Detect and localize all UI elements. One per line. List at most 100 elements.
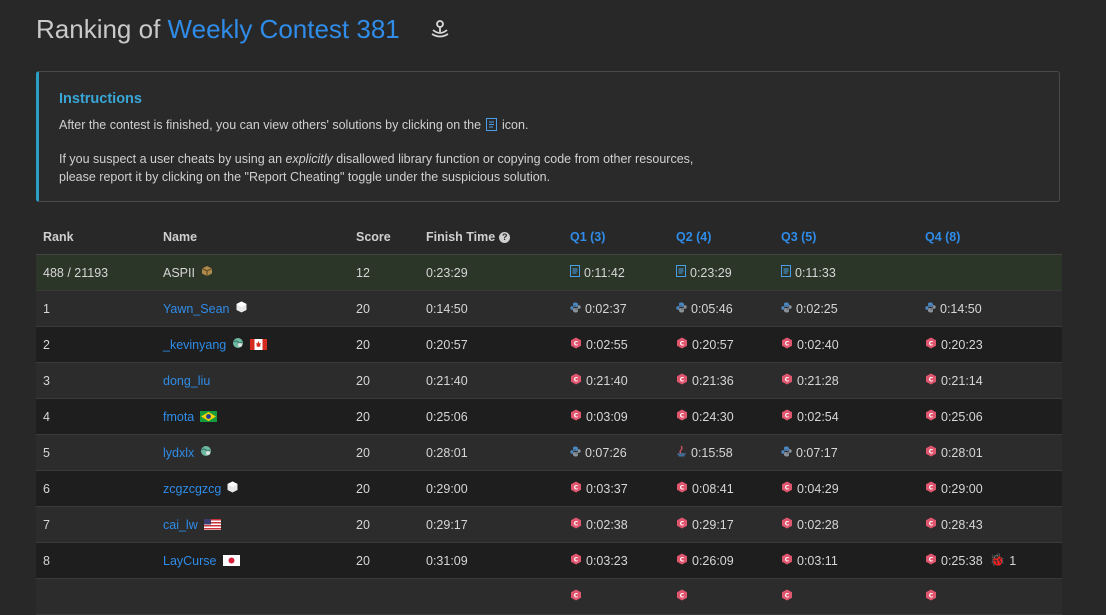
solution-file-icon[interactable] <box>570 265 580 280</box>
my-q2[interactable]: 0:23:29 <box>676 255 732 290</box>
user-name-link[interactable]: cai_lw <box>163 518 198 532</box>
question-2-cell[interactable]: 0:15:58 <box>676 435 733 470</box>
question-3-cell[interactable]: C 0:02:40 <box>781 327 839 362</box>
user-name-link[interactable]: _kevinyang <box>163 338 226 352</box>
cpp-language-icon[interactable]: C <box>676 409 688 424</box>
question-1-cell[interactable]: C 0:02:55 <box>570 327 628 362</box>
virtual-contest-icon[interactable] <box>429 16 451 47</box>
cpp-language-icon[interactable]: C <box>925 517 937 532</box>
question-1-cell[interactable]: C 0:02:38 <box>570 507 628 542</box>
question-4-cell[interactable]: 0:14:50 <box>925 291 982 326</box>
user-name-link[interactable]: LayCurse <box>163 554 217 568</box>
question-1-cell[interactable]: 0:02:37 <box>570 291 627 326</box>
cpp-language-icon[interactable]: C <box>925 589 937 604</box>
question-2-cell[interactable]: C 0:08:41 <box>676 471 734 506</box>
header-q2-link[interactable]: Q2 (4) <box>676 220 711 254</box>
cpp-language-icon[interactable]: C <box>676 553 688 568</box>
question-4-cell[interactable]: C 0:29:00 <box>925 471 983 506</box>
my-q3[interactable]: 0:11:33 <box>781 255 836 290</box>
cpp-language-icon[interactable]: C <box>570 553 582 568</box>
cpp-language-icon[interactable]: C <box>925 445 937 460</box>
question-2-cell[interactable]: C 0:21:36 <box>676 363 734 398</box>
contest-link[interactable]: Weekly Contest 381 <box>168 14 400 44</box>
python-language-icon[interactable] <box>676 302 687 316</box>
question-3-cell[interactable]: C 0:02:54 <box>781 399 839 434</box>
header-q1-link[interactable]: Q1 (3) <box>570 220 605 254</box>
solution-file-icon[interactable] <box>676 265 686 280</box>
svg-text:C: C <box>785 520 790 527</box>
cpp-language-icon[interactable]: C <box>570 481 582 496</box>
header-q3-link[interactable]: Q3 (5) <box>781 220 816 254</box>
cpp-language-icon[interactable]: C <box>676 337 688 352</box>
cpp-language-icon[interactable]: C <box>925 409 937 424</box>
user-name-link[interactable]: dong_liu <box>163 374 210 388</box>
question-4-cell[interactable]: C 0:21:14 <box>925 363 983 398</box>
my-q1[interactable]: 0:11:42 <box>570 255 625 290</box>
help-icon[interactable]: ? <box>499 231 511 243</box>
cpp-language-icon[interactable]: C <box>570 373 582 388</box>
rank-cell: 2 <box>43 337 50 352</box>
question-3-cell[interactable]: 0:02:25 <box>781 291 838 326</box>
question-3-cell[interactable]: C 0:03:11 <box>781 543 838 578</box>
user-name-link[interactable]: Yawn_Sean <box>163 302 230 316</box>
question-1-cell[interactable]: C 0:21:40 <box>570 363 628 398</box>
python-language-icon[interactable] <box>570 446 581 460</box>
user-name-link[interactable]: zcgzcgzcg <box>163 482 221 496</box>
cpp-language-icon[interactable]: C <box>676 589 688 604</box>
japan-flag-icon <box>222 555 240 566</box>
question-3-cell[interactable]: C 0:02:28 <box>781 507 839 542</box>
question-1-cell[interactable]: C 0:03:09 <box>570 399 628 434</box>
java-language-icon[interactable] <box>676 445 687 460</box>
python-language-icon[interactable] <box>570 302 581 316</box>
question-4-cell[interactable]: C 0:28:01 <box>925 435 983 470</box>
solution-file-icon[interactable] <box>781 265 791 280</box>
python-language-icon[interactable] <box>781 446 792 460</box>
cpp-language-icon[interactable]: C <box>570 337 582 352</box>
question-4-cell[interactable]: C 0:20:23 <box>925 327 983 362</box>
question-4-cell[interactable]: C 0:25:38 🐞 1 <box>925 543 1016 578</box>
question-2-cell[interactable]: C 0:29:17 <box>676 507 734 542</box>
question-2-cell[interactable]: C 0:26:09 <box>676 543 734 578</box>
question-2-cell[interactable]: 0:05:46 <box>676 291 733 326</box>
python-language-icon[interactable] <box>781 302 792 316</box>
cpp-language-icon[interactable]: C <box>781 481 793 496</box>
cpp-language-icon[interactable]: C <box>781 337 793 352</box>
cpp-language-icon[interactable]: C <box>781 589 793 604</box>
svg-text:C: C <box>929 520 934 527</box>
finish-time-cell: 0:25:06 <box>426 409 468 424</box>
cpp-language-icon[interactable]: C <box>781 517 793 532</box>
question-2-cell[interactable]: C <box>676 579 692 614</box>
question-1-cell[interactable]: 0:07:26 <box>570 435 627 470</box>
question-4-cell[interactable]: C 0:28:43 <box>925 507 983 542</box>
cpp-language-icon[interactable]: C <box>676 481 688 496</box>
user-name-link[interactable]: fmota <box>163 410 194 424</box>
question-3-cell[interactable]: C 0:21:28 <box>781 363 839 398</box>
python-language-icon[interactable] <box>925 302 936 316</box>
cpp-language-icon[interactable]: C <box>676 373 688 388</box>
submission-time: 0:07:17 <box>796 445 838 460</box>
question-1-cell[interactable]: C <box>570 579 586 614</box>
cpp-language-icon[interactable]: C <box>570 589 582 604</box>
question-2-cell[interactable]: C 0:24:30 <box>676 399 734 434</box>
cpp-language-icon[interactable]: C <box>925 553 937 568</box>
question-3-cell[interactable]: C 0:04:29 <box>781 471 839 506</box>
cpp-language-icon[interactable]: C <box>570 409 582 424</box>
cpp-language-icon[interactable]: C <box>781 553 793 568</box>
question-4-cell[interactable]: C <box>925 579 941 614</box>
submission-time: 0:21:14 <box>941 373 983 388</box>
cpp-language-icon[interactable]: C <box>925 481 937 496</box>
question-3-cell[interactable]: C <box>781 579 797 614</box>
question-4-cell[interactable]: C 0:25:06 <box>925 399 983 434</box>
user-name-link[interactable]: lydxlx <box>163 446 194 460</box>
cpp-language-icon[interactable]: C <box>925 337 937 352</box>
question-3-cell[interactable]: 0:07:17 <box>781 435 838 470</box>
question-1-cell[interactable]: C 0:03:37 <box>570 471 628 506</box>
header-q4-link[interactable]: Q4 (8) <box>925 220 960 254</box>
cpp-language-icon[interactable]: C <box>925 373 937 388</box>
question-2-cell[interactable]: C 0:20:57 <box>676 327 734 362</box>
question-1-cell[interactable]: C 0:03:23 <box>570 543 628 578</box>
cpp-language-icon[interactable]: C <box>570 517 582 532</box>
cpp-language-icon[interactable]: C <box>781 409 793 424</box>
cpp-language-icon[interactable]: C <box>781 373 793 388</box>
cpp-language-icon[interactable]: C <box>676 517 688 532</box>
